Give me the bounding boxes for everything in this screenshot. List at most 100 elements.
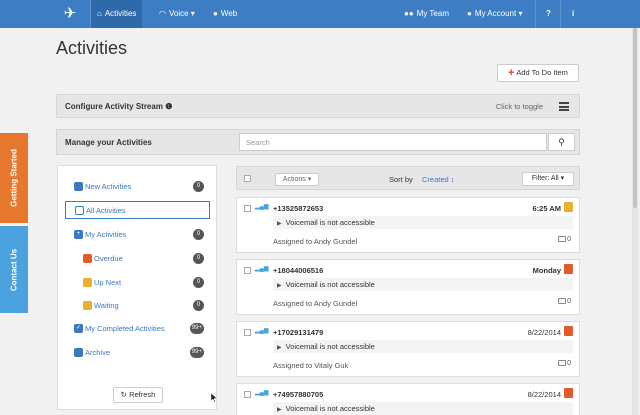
users-icon: ●● xyxy=(404,9,414,18)
filter-up-next[interactable]: Up Next 0 xyxy=(65,274,210,292)
hourglass-icon xyxy=(564,202,573,212)
checkbox-checked-icon: ✓ xyxy=(74,324,83,333)
nav-my-account[interactable]: ● My Account ▾ xyxy=(461,0,528,28)
caller-number: +17029131479 xyxy=(273,328,324,337)
search-button[interactable]: ⚲ xyxy=(548,133,575,151)
filter-new-activities[interactable]: New Activities 0 xyxy=(65,178,210,196)
activity-card[interactable]: ▂▄▆ +74957880705 8/22/2014 ▶ Voicemail is… xyxy=(236,383,580,415)
activity-filters-panel: New Activities 0 All Activities + My Act… xyxy=(57,165,217,410)
assigned-to: Assigned to Andy Gundel xyxy=(273,237,358,246)
play-icon: ▶ xyxy=(277,221,282,227)
filter-archive[interactable]: Archive 99+ xyxy=(65,344,210,362)
headset-icon: ◠ xyxy=(159,9,166,18)
signal-icon: ▂▄▆ xyxy=(255,328,269,334)
filter-overdue[interactable]: Overdue 0 xyxy=(65,250,210,268)
top-nav-bar: ✈ ⌂ Activities ◠ Voice ▾ ● Web ●● My Team ● M… xyxy=(0,0,640,28)
configure-activity-stream-bar[interactable]: Configure Activity Stream ❶ Click to tog… xyxy=(56,94,580,118)
archive-icon xyxy=(74,348,83,357)
activity-time: 6:25 AM xyxy=(532,204,561,213)
search-icon: ⚲ xyxy=(558,137,565,147)
comment-icon xyxy=(558,236,567,242)
assigned-to: Assigned to Vitaly Guk xyxy=(273,361,349,370)
info-icon: ❶ xyxy=(165,102,173,111)
page-title: Activities xyxy=(56,38,128,58)
filter-dropdown[interactable]: Filter: All ▾ xyxy=(522,172,574,186)
sort-icon: ↕ xyxy=(450,175,455,184)
activity-time: 8/22/2014 xyxy=(527,328,561,337)
chevron-down-icon: ▾ xyxy=(560,175,565,182)
play-icon: ▶ xyxy=(277,283,282,289)
activity-time: 8/22/2014 xyxy=(527,390,561,399)
activity-card[interactable]: ▂▄▆ +17029131479 8/22/2014 ▶ Voicemail is… xyxy=(236,321,580,377)
caller-number: +18044006516 xyxy=(273,266,324,275)
alarm-clock-icon xyxy=(564,326,573,336)
plus-icon: ✚ xyxy=(508,68,515,77)
account-icon: ● xyxy=(467,9,472,18)
info-icon: i xyxy=(572,9,575,18)
sort-by-label: Sort by xyxy=(389,175,413,184)
comment-count[interactable]: 0 xyxy=(558,236,571,243)
assigned-to: Assigned to Andy Gundel xyxy=(273,299,358,308)
getting-started-tab[interactable]: Getting Started xyxy=(0,133,28,223)
actions-dropdown[interactable]: Actions ▾ xyxy=(275,173,319,186)
filter-my-activities[interactable]: + My Activities 0 xyxy=(65,226,210,244)
activity-checkbox[interactable] xyxy=(244,391,251,398)
mouse-cursor-icon xyxy=(211,393,217,403)
brand-logo-icon[interactable]: ✈ xyxy=(58,3,82,25)
voicemail-row[interactable]: ▶ Voicemail is not accessible xyxy=(273,340,573,353)
nav-voice[interactable]: ◠ Voice ▾ xyxy=(153,0,201,28)
help-icon: ? xyxy=(546,9,551,18)
list-icon xyxy=(75,206,84,215)
nav-web[interactable]: ● Web xyxy=(207,0,243,28)
activity-checkbox[interactable] xyxy=(244,205,251,212)
refresh-button[interactable]: ↻ Refresh xyxy=(113,387,163,403)
voicemail-row[interactable]: ▶ Voicemail is not accessible xyxy=(273,216,573,229)
sort-created-link[interactable]: Created ↕ xyxy=(422,175,455,184)
comment-count[interactable]: 0 xyxy=(558,360,571,367)
hamburger-menu-icon[interactable] xyxy=(559,102,569,111)
voicemail-row[interactable]: ▶ Voicemail is not accessible xyxy=(273,402,573,415)
configure-title: Configure Activity Stream ❶ xyxy=(65,102,173,111)
chevron-down-icon: ▾ xyxy=(190,9,195,18)
activity-checkbox[interactable] xyxy=(244,267,251,274)
nav-my-team[interactable]: ●● My Team xyxy=(398,0,455,28)
chevron-down-icon: ▾ xyxy=(518,9,523,18)
filter-all-activities[interactable]: All Activities xyxy=(65,201,210,219)
help-button[interactable]: ? xyxy=(540,0,557,28)
select-all-checkbox[interactable] xyxy=(244,175,251,182)
signal-icon: ▂▄▆ xyxy=(255,266,269,272)
activity-list: Actions ▾ Sort by Created ↕ Filter: All … xyxy=(236,166,580,415)
activity-card[interactable]: ▂▄▆ +18044006516 Monday ▶ Voicemail is no… xyxy=(236,259,580,315)
signal-icon: ▂▄▆ xyxy=(255,390,269,396)
inbox-icon xyxy=(74,182,83,191)
contact-us-tab[interactable]: Contact Us xyxy=(0,226,28,313)
comment-icon xyxy=(558,360,567,366)
hourglass-icon xyxy=(83,278,92,287)
voicemail-row[interactable]: ▶ Voicemail is not accessible xyxy=(273,278,573,291)
list-toolbar: Actions ▾ Sort by Created ↕ Filter: All … xyxy=(236,166,580,190)
alarm-clock-icon xyxy=(564,264,573,274)
play-icon: ▶ xyxy=(277,345,282,351)
activity-checkbox[interactable] xyxy=(244,329,251,336)
manage-activities-bar: Manage your Activities Search ⚲ xyxy=(56,129,580,155)
scrollbar-thumb[interactable] xyxy=(633,28,637,208)
search-input[interactable]: Search xyxy=(239,133,547,151)
chevron-down-icon: ▾ xyxy=(307,176,312,183)
hourglass-icon xyxy=(83,301,92,310)
alarm-clock-icon xyxy=(83,254,92,263)
refresh-icon: ↻ xyxy=(120,390,127,399)
add-todo-button[interactable]: ✚ Add To Do Item xyxy=(497,64,579,82)
comment-count[interactable]: 0 xyxy=(558,298,571,305)
activity-card[interactable]: ▂▄▆ +13525872653 6:25 AM ▶ Voicemail is n… xyxy=(236,197,580,253)
home-icon: ⌂ xyxy=(97,9,102,18)
filter-my-completed[interactable]: ✓ My Completed Activities 99+ xyxy=(65,320,210,338)
caller-number: +74957880705 xyxy=(273,390,324,399)
filter-waiting[interactable]: Waiting 0 xyxy=(65,297,210,315)
info-button[interactable]: i xyxy=(566,0,580,28)
plus-square-icon: + xyxy=(74,230,83,239)
page-scrollbar[interactable] xyxy=(632,28,638,415)
nav-activities[interactable]: ⌂ Activities xyxy=(91,0,143,28)
globe-icon: ● xyxy=(213,9,218,18)
manage-title: Manage your Activities xyxy=(65,138,152,147)
signal-icon: ▂▄▆ xyxy=(255,204,269,210)
